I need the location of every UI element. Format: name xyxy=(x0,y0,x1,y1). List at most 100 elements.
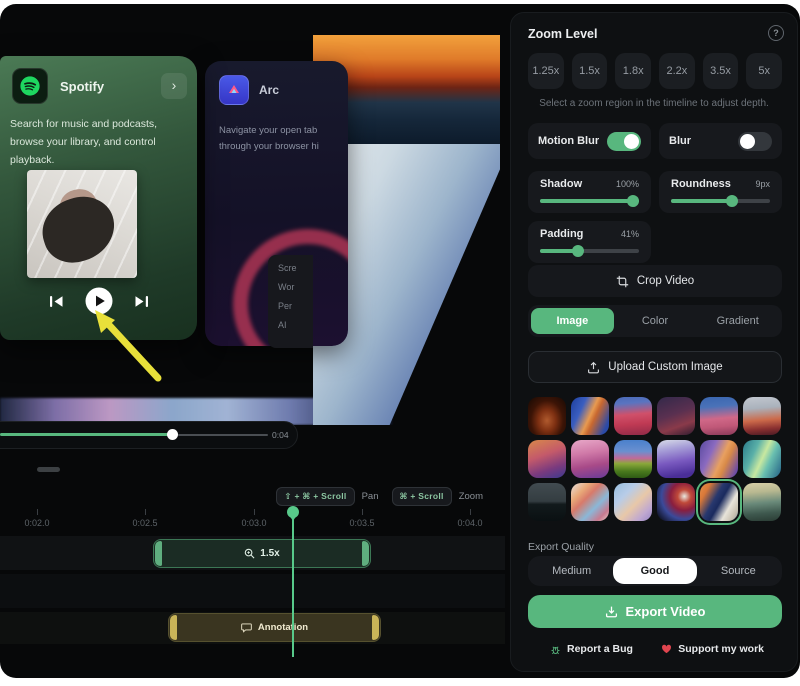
quality-good[interactable]: Good xyxy=(613,558,696,584)
playback-progress-knob[interactable] xyxy=(167,429,178,440)
ruler-label: 0:03.0 xyxy=(241,518,266,528)
background-thumbnail[interactable] xyxy=(657,440,695,478)
play-button[interactable] xyxy=(85,287,113,315)
playhead-handle[interactable] xyxy=(287,506,299,518)
zoom-option-button[interactable]: 3.5x xyxy=(703,53,739,89)
zoom-option-button[interactable]: 1.8x xyxy=(615,53,651,89)
padding-value: 41% xyxy=(621,229,639,239)
zoom-option-button[interactable]: 2.2x xyxy=(659,53,695,89)
video-track[interactable] xyxy=(0,574,505,608)
blur-label: Blur xyxy=(669,135,691,147)
background-thumbnail[interactable] xyxy=(743,397,781,435)
upload-custom-image-button[interactable]: Upload Custom Image xyxy=(528,351,782,383)
annotation-segment[interactable]: Annotation xyxy=(168,613,381,642)
menu-item[interactable]: Wor xyxy=(278,282,313,292)
roundness-label: Roundness xyxy=(671,178,731,190)
background-thumbnail[interactable] xyxy=(528,397,566,435)
shadow-slider-card: Shadow 100% xyxy=(528,171,651,213)
menu-item[interactable]: AI xyxy=(278,320,313,330)
background-thumbnail[interactable] xyxy=(528,483,566,521)
timeline-drag-handle[interactable] xyxy=(37,467,60,472)
duration-label: 0:04 xyxy=(272,430,289,440)
next-track-icon[interactable] xyxy=(133,295,149,308)
ruler-tick xyxy=(254,509,255,515)
arc-app-icon xyxy=(219,75,249,105)
menu-item[interactable]: Per xyxy=(278,301,313,311)
roundness-slider[interactable] xyxy=(671,199,770,203)
download-icon xyxy=(605,605,618,618)
roundness-slider-card: Roundness 9px xyxy=(659,171,782,213)
ruler-tick xyxy=(37,509,38,515)
export-quality-title: Export Quality xyxy=(528,541,594,553)
export-quality-tabs: Medium Good Source xyxy=(528,556,782,586)
background-thumbnail[interactable] xyxy=(657,397,695,435)
background-thumbnail[interactable] xyxy=(571,483,609,521)
upload-icon xyxy=(587,361,600,374)
spotify-title: Spotify xyxy=(60,79,161,94)
zoom-hint-text: Select a zoom region in the timeline to … xyxy=(511,98,797,109)
timeline[interactable]: ⇧ + ⌘ + Scroll Pan ⌘ + Scroll Zoom 0:02.… xyxy=(0,480,505,666)
annotation-segment-right-handle[interactable] xyxy=(372,615,379,640)
tab-image[interactable]: Image xyxy=(531,308,614,334)
background-thumbnail[interactable] xyxy=(700,440,738,478)
blur-toggle[interactable] xyxy=(738,132,772,151)
playhead-line[interactable] xyxy=(292,510,294,657)
motion-blur-label: Motion Blur xyxy=(538,135,599,147)
background-type-tabs: Image Color Gradient xyxy=(528,305,782,337)
zoom-option-button[interactable]: 1.5x xyxy=(572,53,608,89)
shadow-slider[interactable] xyxy=(540,199,639,203)
background-thumbnail[interactable] xyxy=(743,483,781,521)
zoom-shortcut-label: Zoom xyxy=(459,491,483,502)
background-thumbnail[interactable] xyxy=(743,440,781,478)
album-art xyxy=(27,170,137,278)
background-thumbnail[interactable] xyxy=(528,440,566,478)
background-thumbnail[interactable] xyxy=(614,440,652,478)
menu-item[interactable]: Scre xyxy=(278,263,313,273)
support-link[interactable]: Support my work xyxy=(661,643,764,655)
tab-color[interactable]: Color xyxy=(614,308,697,334)
annotation-segment-left-handle[interactable] xyxy=(170,615,177,640)
quality-medium[interactable]: Medium xyxy=(530,558,613,584)
ruler-tick xyxy=(362,509,363,515)
background-thumbnail[interactable] xyxy=(614,397,652,435)
zoom-segment-label: 1.5x xyxy=(260,548,279,559)
settings-panel: Zoom Level ? 1.25x 1.5x 1.8x 2.2x 3.5x 5… xyxy=(510,12,798,672)
previous-track-icon[interactable] xyxy=(49,295,65,308)
zoom-segment-left-handle[interactable] xyxy=(155,541,162,566)
motion-blur-toggle[interactable] xyxy=(607,132,641,151)
spotify-description: Search for music and podcasts, browse yo… xyxy=(10,116,192,170)
background-thumbnail[interactable] xyxy=(614,483,652,521)
tab-gradient[interactable]: Gradient xyxy=(696,308,779,334)
annotation-segment-label: Annotation xyxy=(258,622,308,633)
zoom-segment-right-handle[interactable] xyxy=(362,541,369,566)
shadow-label: Shadow xyxy=(540,178,582,190)
shadow-value: 100% xyxy=(616,179,639,189)
magnifier-plus-icon xyxy=(244,548,255,559)
background-thumbnail[interactable] xyxy=(571,397,609,435)
crop-icon xyxy=(616,275,629,288)
background-thumbnail-selected[interactable] xyxy=(700,483,738,521)
motion-blur-card: Motion Blur xyxy=(528,123,651,159)
quality-source[interactable]: Source xyxy=(697,558,780,584)
padding-slider-card: Padding 41% xyxy=(528,221,651,263)
ruler-tick xyxy=(470,509,471,515)
zoom-level-title: Zoom Level xyxy=(528,27,597,41)
export-video-button[interactable]: Export Video xyxy=(528,595,782,628)
blur-card: Blur xyxy=(659,123,782,159)
zoom-option-button[interactable]: 1.25x xyxy=(528,53,564,89)
background-thumbnail[interactable] xyxy=(700,397,738,435)
zoom-segment[interactable]: 1.5x xyxy=(153,539,371,568)
report-bug-link[interactable]: Report a Bug xyxy=(550,643,633,655)
chevron-right-icon[interactable]: › xyxy=(161,73,187,99)
zoom-option-button[interactable]: 5x xyxy=(746,53,782,89)
background-thumbnail[interactable] xyxy=(571,440,609,478)
crop-video-button[interactable]: Crop Video xyxy=(528,265,782,297)
zoom-shortcut-badge: ⌘ + Scroll xyxy=(392,487,452,506)
video-preview[interactable]: Arc Navigate your open tab through your … xyxy=(0,8,505,425)
ruler-label: 0:03.5 xyxy=(349,518,374,528)
bug-icon xyxy=(550,644,561,655)
help-icon[interactable]: ? xyxy=(768,25,784,41)
spotify-widget-card: Spotify › Search for music and podcasts,… xyxy=(0,56,197,340)
padding-slider[interactable] xyxy=(540,249,639,253)
background-thumbnail[interactable] xyxy=(657,483,695,521)
